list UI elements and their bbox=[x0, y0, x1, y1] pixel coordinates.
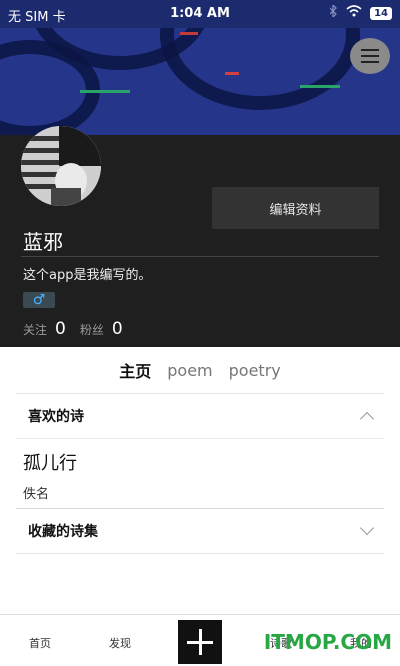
user-bio: 这个app是我编写的。 bbox=[23, 268, 152, 283]
username: 蓝邪 bbox=[23, 230, 63, 254]
following-label[interactable]: 关注 bbox=[23, 321, 47, 338]
banner-graphic bbox=[180, 32, 198, 35]
watermark-logo: ITMOP.COM bbox=[263, 630, 392, 654]
banner-graphic bbox=[80, 90, 130, 93]
status-bar: 无 SIM 卡 1:04 AM 14 bbox=[0, 0, 400, 28]
chevron-up-icon[interactable] bbox=[359, 411, 375, 427]
poem-author: 佚名 bbox=[23, 487, 50, 502]
hamburger-icon bbox=[361, 49, 379, 51]
nav-home[interactable]: 首页 bbox=[29, 635, 51, 651]
following-count[interactable]: 0 bbox=[55, 319, 66, 339]
collected-header[interactable]: 收藏的诗集 bbox=[16, 509, 384, 553]
banner-graphic bbox=[300, 85, 340, 88]
chevron-down-icon[interactable] bbox=[359, 520, 375, 536]
nav-discover[interactable]: 发现 bbox=[109, 635, 131, 651]
poem-title: 孤儿行 bbox=[23, 453, 77, 474]
status-right: 14 bbox=[329, 3, 392, 21]
profile-tabs: 主页 poem poetry bbox=[0, 357, 400, 383]
profile-divider bbox=[21, 256, 379, 257]
hamburger-icon bbox=[361, 55, 379, 57]
battery-icon: 14 bbox=[370, 6, 392, 20]
wifi-icon bbox=[346, 5, 362, 21]
avatar-image bbox=[21, 126, 101, 206]
menu-button[interactable] bbox=[350, 38, 390, 74]
hamburger-icon bbox=[361, 61, 379, 63]
list-item[interactable]: 孤儿行 佚名 bbox=[16, 438, 384, 508]
edit-profile-button[interactable]: 编辑资料 bbox=[212, 187, 379, 229]
collected-section: 收藏的诗集 bbox=[16, 508, 384, 554]
plus-icon bbox=[198, 629, 202, 655]
followers-count[interactable]: 0 bbox=[112, 319, 123, 339]
collected-title: 收藏的诗集 bbox=[28, 524, 98, 540]
tab-poetry[interactable]: poetry bbox=[229, 361, 281, 380]
followers-label[interactable]: 粉丝 bbox=[80, 321, 104, 338]
liked-poems-section: 喜欢的诗 bbox=[16, 393, 384, 438]
liked-poems-title: 喜欢的诗 bbox=[28, 409, 84, 425]
bluetooth-icon bbox=[329, 3, 338, 21]
liked-poems-header[interactable]: 喜欢的诗 bbox=[16, 394, 384, 438]
follow-stats: 关注 0 粉丝 0 bbox=[23, 319, 137, 339]
avatar[interactable] bbox=[21, 126, 101, 206]
tab-poem[interactable]: poem bbox=[167, 361, 212, 380]
male-icon: ♂ bbox=[23, 292, 55, 308]
add-button[interactable] bbox=[178, 620, 222, 664]
tab-home[interactable]: 主页 bbox=[119, 358, 151, 382]
banner-graphic bbox=[225, 72, 239, 75]
